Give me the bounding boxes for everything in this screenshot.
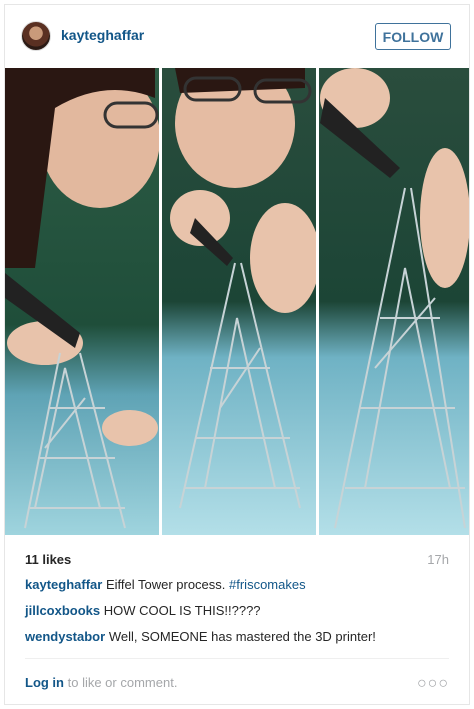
footer-divider bbox=[25, 658, 449, 659]
hashtag-link[interactable]: #friscomakes bbox=[229, 577, 306, 592]
comment-username[interactable]: kayteghaffar bbox=[25, 577, 102, 592]
post-footer: Log in to like or comment. ○○○ bbox=[25, 675, 449, 695]
post-header: kayteghaffar FOLLOW bbox=[5, 5, 469, 68]
login-link[interactable]: Log in bbox=[25, 675, 64, 690]
header-username[interactable]: kayteghaffar bbox=[61, 27, 144, 43]
login-prompt-text: to like or comment. bbox=[64, 675, 178, 690]
comment-item: kayteghaffar Eiffel Tower process. #fris… bbox=[25, 576, 449, 593]
comment-item: wendystabor Well, SOMEONE has mastered t… bbox=[25, 628, 449, 645]
more-options-icon[interactable]: ○○○ bbox=[417, 675, 449, 693]
comment-text: Well, SOMEONE has mastered the 3D printe… bbox=[108, 629, 376, 644]
comment-username[interactable]: jillcoxbooks bbox=[25, 603, 100, 618]
follow-button[interactable]: FOLLOW bbox=[375, 23, 451, 50]
post-timestamp[interactable]: 17h bbox=[427, 552, 449, 567]
photo-image bbox=[5, 68, 469, 535]
post-meta: 11 likes 17h kayteghaffar Eiffel Tower p… bbox=[25, 552, 449, 645]
post-photo[interactable] bbox=[5, 68, 469, 535]
avatar[interactable] bbox=[21, 21, 51, 51]
comment-text: Eiffel Tower process. bbox=[105, 577, 230, 592]
comment-item: jillcoxbooks HOW COOL IS THIS!!???? bbox=[25, 602, 449, 619]
comment-username[interactable]: wendystabor bbox=[25, 629, 105, 644]
post-card: kayteghaffar FOLLOW 11 likes 17h kaytegh… bbox=[4, 4, 470, 705]
likes-count[interactable]: 11 likes bbox=[25, 552, 449, 567]
comment-text: HOW COOL IS THIS!!???? bbox=[103, 603, 261, 618]
